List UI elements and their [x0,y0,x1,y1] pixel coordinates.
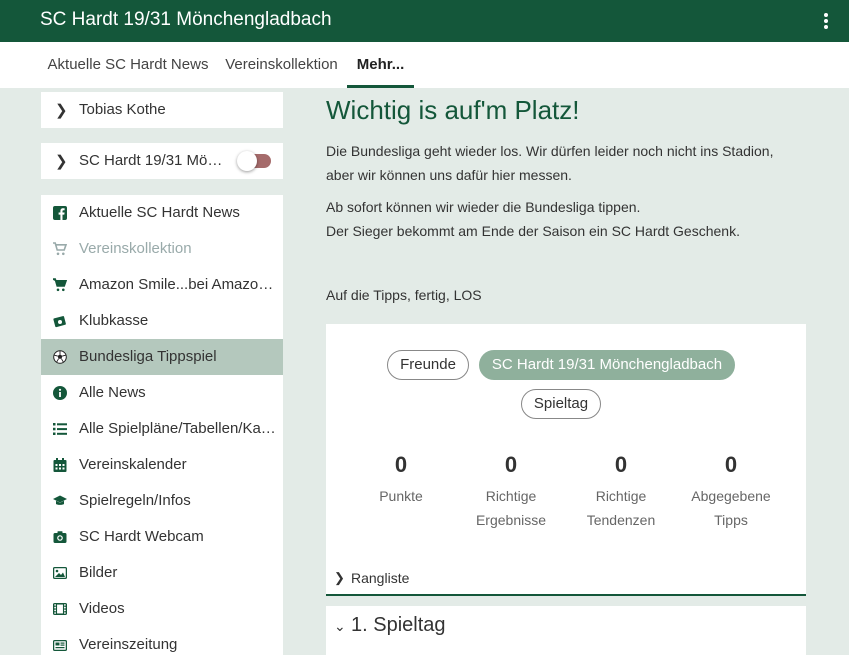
chevron-right-icon: ❯ [55,153,68,170]
newspaper-icon [53,639,67,652]
sidebar-item-klubkasse[interactable]: Klubkasse [41,303,283,339]
sidebar-item-label: Bilder [79,564,118,581]
tab-aktuelle-news[interactable]: Aktuelle SC Hardt News [40,42,216,88]
sidebar-item-videos[interactable]: Videos [41,591,283,627]
filter-spieltag-button[interactable]: Spieltag [521,389,601,419]
cart-icon [53,242,67,256]
stat-richtige-ergebnisse: 0 Richtige Ergebnisse [456,452,566,532]
sidebar-item-label: SC Hardt Webcam [79,528,204,545]
stat-value: 0 [394,452,408,477]
profile-name: Tobias Kothe [79,101,166,118]
camera-icon [53,531,67,543]
stat-caption: Richtige Ergebnisse [475,488,547,528]
app-title: SC Hardt 19/31 Mönchengladbach [40,9,332,30]
filter-club-button[interactable]: SC Hardt 19/31 Mönchengladbach [479,350,735,380]
app-bar: SC Hardt 19/31 Mönchengladbach [0,0,849,42]
info-paragraph: Ab sofort können wir wieder die Bundesli… [326,199,740,239]
stat-caption: Punkte [379,488,423,504]
sidebar-item-label: Klubkasse [79,312,149,329]
rangliste-expander[interactable]: ❯ Rangliste [326,564,806,596]
sidebar-item-vereinskalender[interactable]: Vereinskalender [41,447,283,483]
sidebar-item-spielregeln[interactable]: Spielregeln/Infos [41,483,283,519]
stat-caption: Abgegebene Tipps [691,488,771,528]
spieltag-title: 1. Spieltag [351,614,446,636]
sidebar-item-label: Videos [79,600,125,617]
tab-bar: Aktuelle SC Hardt News Vereinskollektion… [0,42,849,88]
chevron-right-icon: ❯ [55,102,68,119]
sidebar-item-label: Aktuelle SC Hardt News [79,204,240,221]
sidebar-item-label: Bundesliga Tippspiel [79,348,217,365]
stat-value: 0 [724,452,738,477]
stat-caption: Richtige Tendenzen [586,488,656,528]
filter-freunde-button[interactable]: Freunde [387,350,469,380]
calendar-icon [53,458,67,472]
sidebar-item-alle-news[interactable]: Alle News [41,375,283,411]
sidebar-item-aktuelle-news[interactable]: Aktuelle SC Hardt News [41,195,283,231]
tippspiel-panel: Freunde SC Hardt 19/31 Mönchengladbach S… [326,324,806,596]
sidebar-item-label: Vereinskalender [79,456,187,473]
sidebar-item-label: Spielregeln/Infos [79,492,191,509]
club-toggle[interactable] [237,151,271,171]
tab-mehr[interactable]: Mehr... [347,42,414,88]
sidebar-item-bilder[interactable]: Bilder [41,555,283,591]
image-icon [53,566,67,580]
stat-abgegebene-tipps: 0 Abgegebene Tipps [676,452,786,532]
sidebar-item-label: Vereinszeitung [79,636,178,653]
sidebar-item-amazon-smile[interactable]: Amazon Smile...bei Amazon einkaufen [41,267,283,303]
spieltag-section[interactable]: ⌄ 1. Spieltag [326,606,806,655]
chevron-down-icon: ⌄ [334,618,346,634]
club-card[interactable]: ❯ SC Hardt 19/31 Mönchengladbach [41,143,283,179]
more-vert-icon[interactable] [817,12,835,30]
profile-card[interactable]: ❯ Tobias Kothe [41,92,283,128]
intro-paragraph: Die Bundesliga geht wieder los. Wir dürf… [326,143,774,183]
list-icon [53,423,67,435]
money-icon [53,316,66,328]
graduation-cap-icon [53,495,67,505]
stat-value: 0 [504,452,518,477]
sidebar-item-vereinskollektion[interactable]: Vereinskollektion [41,231,283,267]
chevron-right-icon: ❯ [334,570,345,585]
info-icon [53,386,67,400]
sidebar-item-label: Alle Spielpläne/Tabellen/Kader [79,420,279,437]
sidebar-item-vereinszeitung[interactable]: Vereinszeitung [41,627,283,655]
stat-richtige-tendenzen: 0 Richtige Tendenzen [566,452,676,532]
call-to-action: Auf die Tipps, fertig, LOS [326,287,482,303]
sidebar-item-label: Alle News [79,384,146,401]
sidebar-item-label: Vereinskollektion [79,240,192,257]
sidebar-item-webcam[interactable]: SC Hardt Webcam [41,519,283,555]
sidebar-item-label: Amazon Smile...bei Amazon einkaufen [79,276,279,293]
rangliste-label: Rangliste [351,570,410,586]
sidebar-item-spielplaene[interactable]: Alle Spielpläne/Tabellen/Kader [41,411,283,447]
stat-punkte: 0 Punkte [346,452,456,508]
facebook-icon [53,206,67,220]
soccer-ball-icon [53,350,67,364]
club-name: SC Hardt 19/31 Mönchengladbach [79,152,224,169]
film-icon [53,602,67,616]
sidebar-item-bundesliga-tippspiel[interactable]: Bundesliga Tippspiel [41,339,283,375]
page-title: Wichtig is auf'm Platz! [326,95,580,125]
sidebar-nav: Aktuelle SC Hardt News Vereinskollektion… [41,195,283,655]
stat-value: 0 [614,452,628,477]
cart-icon [53,278,67,292]
tab-vereinskollektion[interactable]: Vereinskollektion [216,42,347,88]
